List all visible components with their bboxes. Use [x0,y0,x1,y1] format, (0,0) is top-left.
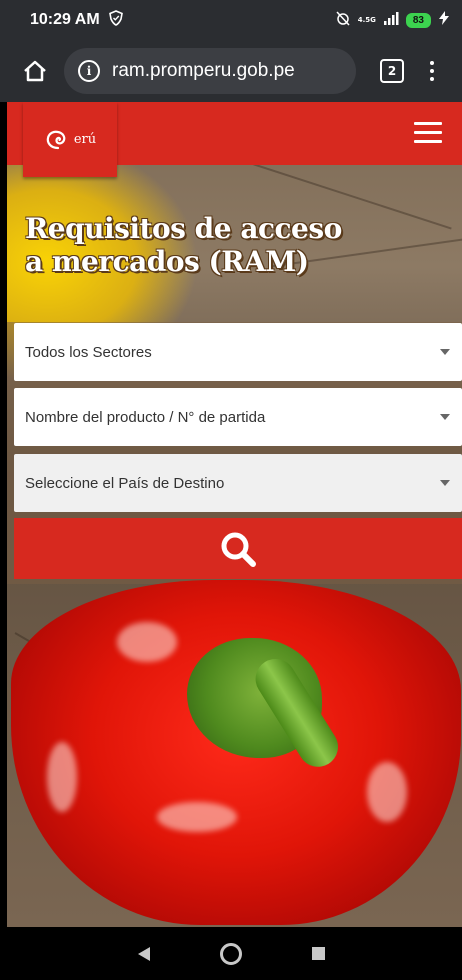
status-bar: 10:29 AM 4.5G 83 [0,0,462,40]
search-icon [221,532,256,567]
alarm-off-icon [335,10,351,30]
menu-icon[interactable] [414,122,442,143]
country-select[interactable]: Seleccione el País de Destino [14,454,462,512]
system-nav-bar [0,927,462,980]
home-circle-icon[interactable] [219,942,242,965]
sector-select[interactable]: Todos los Sectores [14,323,462,381]
pepper-highlight [157,802,237,832]
battery-icon: 83 [405,12,431,28]
recent-apps-icon[interactable] [311,947,325,960]
chevron-down-icon [440,480,450,486]
peru-logo[interactable]: erú [23,102,117,177]
pepper-highlight [367,762,407,822]
charging-icon [438,11,450,29]
product-select-value: Nombre del producto / N° de partida [25,408,266,426]
back-icon[interactable] [137,946,150,961]
url-text: ram.promperu.gob.pe [112,60,295,81]
product-select[interactable]: Nombre del producto / N° de partida [14,388,462,446]
pepper-highlight [117,622,177,662]
hero-title: Requisitos de acceso a mercados (RAM) [25,212,342,278]
signal-icon [383,11,399,29]
network-type-label: 4.5G [357,15,376,24]
home-icon[interactable] [18,54,52,88]
pepper-highlight [47,742,77,812]
logo-text: erú [73,132,97,147]
peru-spiral-icon [46,130,66,149]
more-options-icon[interactable] [430,61,434,81]
status-time: 10:29 AM [30,11,100,28]
sector-select-value: Todos los Sectores [25,343,152,361]
search-button[interactable] [14,518,462,579]
shield-icon [108,10,124,30]
chevron-down-icon [440,414,450,420]
chevron-down-icon [440,349,450,355]
web-page: erú Requisitos de acceso a mercados (RAM… [7,102,462,927]
info-icon[interactable]: i [78,60,100,82]
address-bar[interactable]: i ram.promperu.gob.pe [64,48,356,94]
tab-switcher-button[interactable]: 2 [380,59,404,83]
browser-toolbar: i ram.promperu.gob.pe 2 [0,40,462,102]
country-select-value: Seleccione el País de Destino [25,474,225,492]
